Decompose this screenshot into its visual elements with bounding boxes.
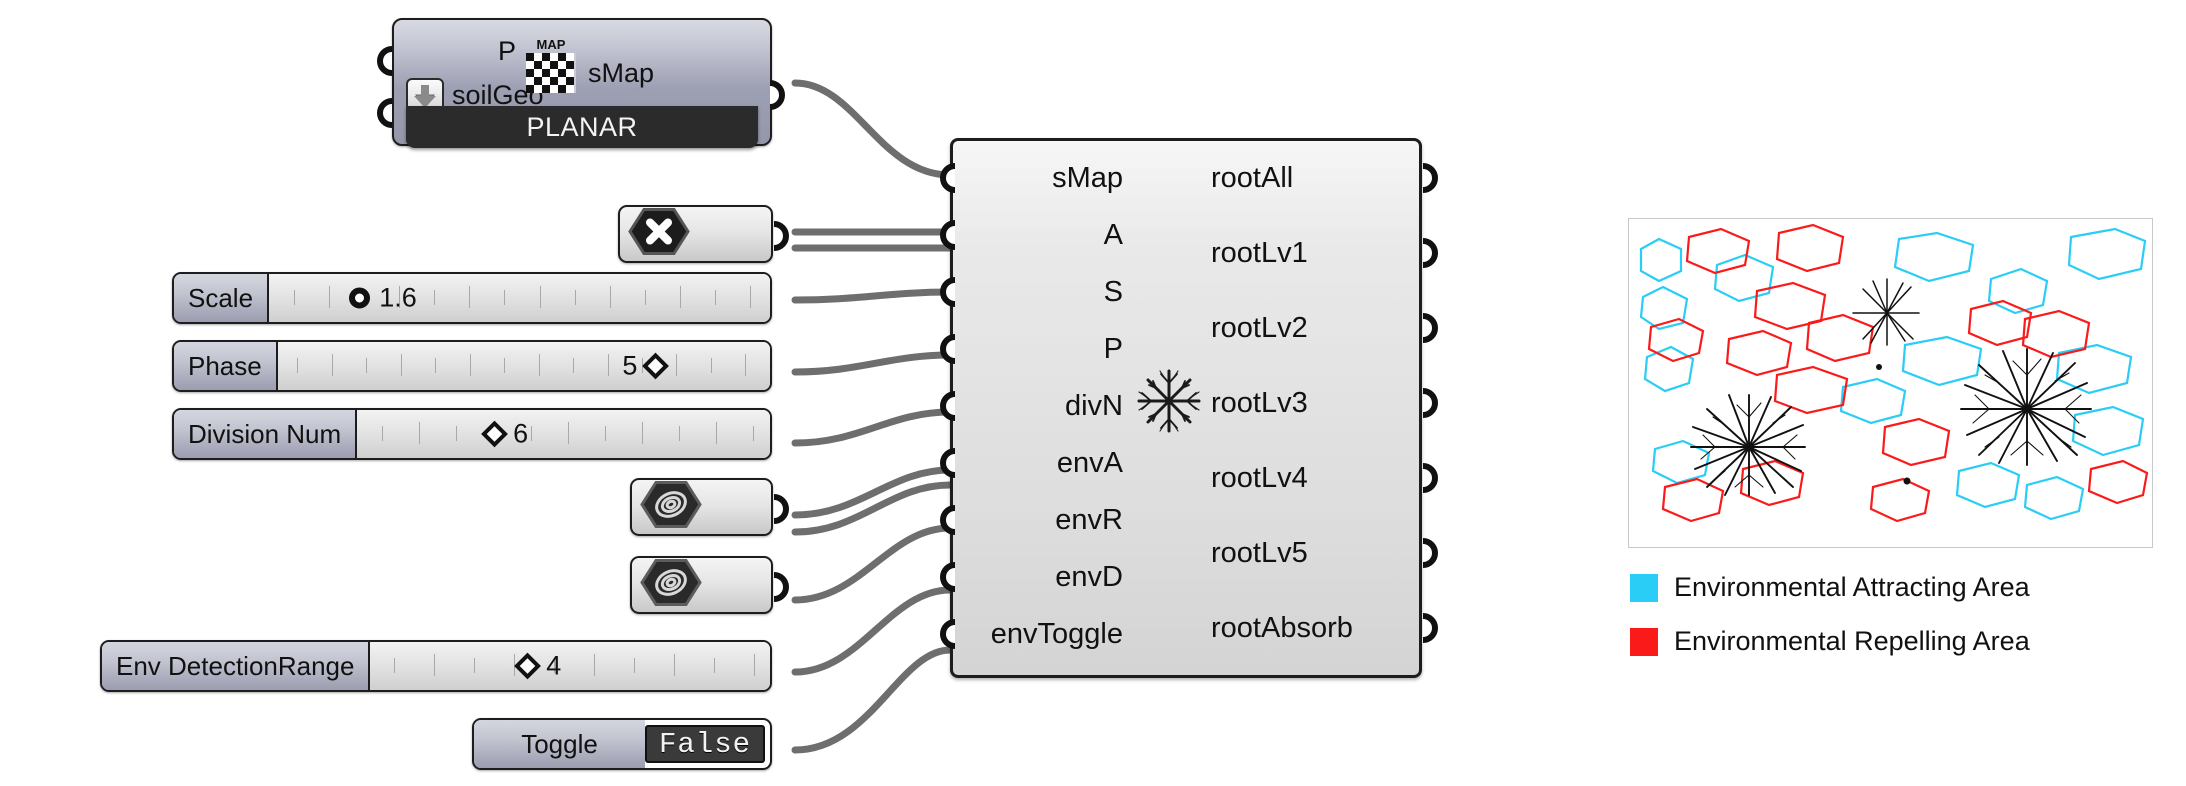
boolean-toggle[interactable]: Toggle False: [472, 718, 772, 770]
output-label-rootlv1: rootLv1: [1211, 237, 1308, 269]
legend-item-attracting: Environmental Attracting Area: [1630, 572, 2030, 603]
slider-phase-value: 5: [622, 350, 638, 381]
port-output-rootlv4[interactable]: [1417, 463, 1439, 493]
slider-scale-track[interactable]: 1.6: [269, 274, 770, 322]
hex-curve-icon: [640, 481, 702, 534]
slider-env-detection-range-knob[interactable]: [514, 652, 542, 680]
boolean-toggle-label: Toggle: [474, 720, 645, 768]
port-output-rootabsorb[interactable]: [1417, 613, 1439, 643]
port-output-curve-a[interactable]: [768, 494, 790, 524]
legend-swatch-attracting-icon: [1630, 573, 1658, 602]
input-label-envd: envD: [1055, 561, 1123, 593]
slider-division-num-knob[interactable]: [481, 420, 509, 448]
output-label-rootlv2: rootLv2: [1211, 312, 1308, 344]
slider-ticks: [370, 642, 770, 690]
root-growth-preview: [1628, 218, 2153, 548]
hex-curve-icon: [640, 559, 702, 612]
boolean-toggle-value[interactable]: False: [645, 725, 765, 763]
output-label-rootlv3: rootLv3: [1211, 387, 1308, 419]
input-label-smap: sMap: [1052, 162, 1123, 194]
slider-scale-knob[interactable]: [349, 287, 371, 309]
slider-phase-label: Phase: [174, 342, 278, 390]
port-output-rootlv3[interactable]: [1417, 388, 1439, 418]
output-label-rootlv4: rootLv4: [1211, 462, 1308, 494]
port-output-rootall[interactable]: [1417, 163, 1439, 193]
legend-swatch-repelling-icon: [1630, 627, 1658, 656]
port-output-rootlv2[interactable]: [1417, 313, 1439, 343]
planar-input-label-p: P: [498, 36, 517, 66]
root-fractal-icon: [1131, 363, 1207, 439]
slider-env-detection-range-label: Env DetectionRange: [102, 642, 371, 690]
input-label-p: P: [1103, 333, 1123, 365]
slider-scale-label: Scale: [174, 274, 270, 322]
slider-env-detection-range-track[interactable]: 4: [370, 642, 770, 690]
legend-label-attracting: Environmental Attracting Area: [1674, 572, 2030, 602]
output-label-rootall: rootAll: [1211, 162, 1294, 194]
slider-scale[interactable]: Scale 1.6: [172, 272, 772, 324]
slider-env-detection-range[interactable]: Env DetectionRange 4: [100, 640, 772, 692]
input-label-a: A: [1103, 219, 1123, 251]
slider-ticks: [278, 342, 770, 390]
planar-output-label-smap: sMap: [588, 58, 655, 88]
port-output-rootlv5[interactable]: [1417, 538, 1439, 568]
input-label-s: S: [1103, 276, 1123, 308]
port-output-rootlv1[interactable]: [1417, 238, 1439, 268]
legend-label-repelling: Environmental Repelling Area: [1674, 626, 2030, 656]
slider-env-detection-range-value: 4: [546, 650, 562, 681]
geometry-param-x[interactable]: [618, 205, 789, 263]
map-grid-icon: MAP: [520, 36, 582, 98]
input-label-divn: divN: [1064, 390, 1123, 422]
hex-x-icon: [628, 208, 690, 261]
legend-item-repelling: Environmental Repelling Area: [1630, 626, 2030, 657]
output-label-rootlv5: rootLv5: [1211, 537, 1308, 569]
geometry-param-curve-a[interactable]: [630, 478, 789, 536]
grasshopper-canvas: P soilGeo sMap MAP PLANAR Scale 1.6 Phas…: [0, 0, 2186, 786]
slider-scale-value: 1.6: [379, 282, 417, 313]
geometry-param-curve-b[interactable]: [630, 556, 789, 614]
slider-phase[interactable]: Phase 5: [172, 340, 772, 392]
planar-surface-node[interactable]: P soilGeo sMap MAP PLANAR: [377, 18, 785, 196]
planar-node-title: PLANAR: [406, 106, 758, 148]
input-label-enva: envA: [1056, 447, 1123, 479]
input-label-envtoggle: envToggle: [990, 618, 1123, 650]
output-label-rootabsorb: rootAbsorb: [1211, 612, 1353, 644]
slider-division-num[interactable]: Division Num 6: [172, 408, 772, 460]
slider-ticks: [269, 274, 770, 322]
svg-text:MAP: MAP: [537, 37, 566, 52]
root-growth-component[interactable]: sMap A S P divN envA envR envD envToggle…: [940, 138, 1438, 678]
slider-division-num-value: 6: [513, 418, 529, 449]
slider-division-num-label: Division Num: [174, 410, 358, 458]
input-label-envr: envR: [1055, 504, 1123, 536]
slider-division-num-track[interactable]: 6: [357, 410, 770, 458]
port-output-toggle[interactable]: [768, 731, 770, 761]
port-output-x[interactable]: [768, 221, 790, 251]
slider-ticks: [357, 410, 770, 458]
slider-phase-track[interactable]: 5: [277, 342, 770, 390]
port-output-curve-b[interactable]: [768, 572, 790, 602]
slider-phase-knob[interactable]: [642, 352, 670, 380]
